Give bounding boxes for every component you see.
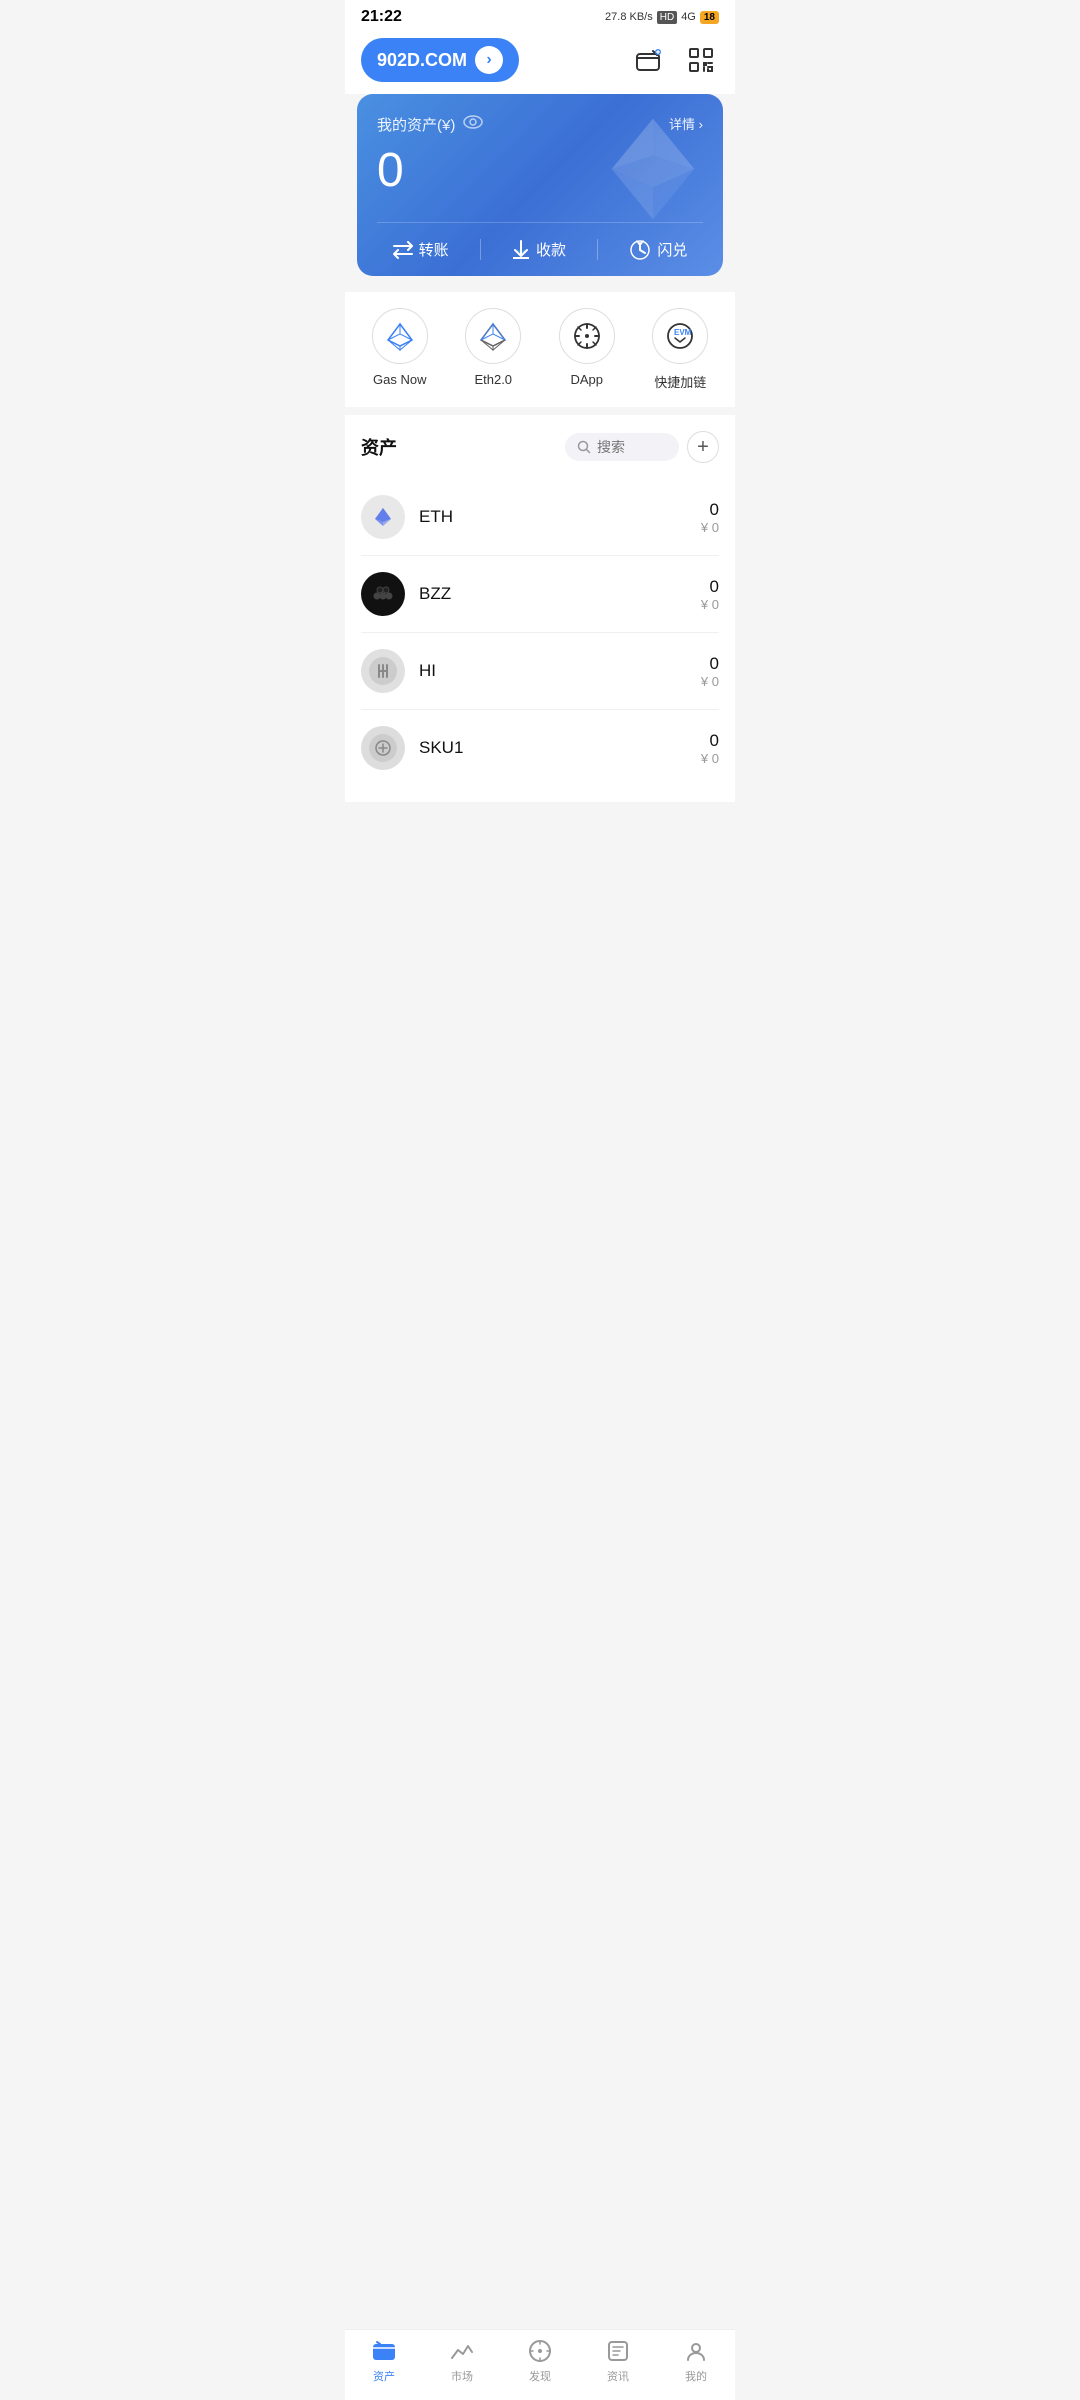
scan-icon	[687, 46, 715, 74]
gas-now-icon	[384, 320, 416, 352]
eth-values: 0 ¥ 0	[701, 500, 719, 535]
hi-amount: 0	[701, 654, 719, 674]
add-wallet-button[interactable]	[631, 42, 667, 78]
status-bar: 21:22 27.8 KB/s HD 4G 18	[345, 0, 735, 30]
flash-icon	[629, 240, 651, 260]
token-list: ETH 0 ¥ 0	[361, 479, 719, 786]
nav-item-profile[interactable]: 我的	[666, 2338, 726, 2384]
evm-label: 快捷加链	[654, 372, 706, 391]
nav-item-wallet[interactable]: 资产	[354, 2338, 414, 2384]
dapp-icon	[571, 320, 603, 352]
token-item-eth[interactable]: ETH 0 ¥ 0	[361, 479, 719, 556]
transfer-icon	[393, 241, 413, 259]
battery-indicator: 18	[700, 11, 719, 24]
assets-section: 资产 +	[345, 415, 735, 802]
eye-icon[interactable]	[463, 115, 483, 134]
scan-button[interactable]	[683, 42, 719, 78]
bottom-nav: 资产 市场 发现 资讯	[345, 2329, 735, 2400]
eth-fiat: ¥ 0	[701, 520, 719, 535]
dapp-icon-wrap	[559, 308, 615, 364]
market-nav-icon	[449, 2338, 475, 2364]
search-bar: +	[565, 431, 719, 463]
eth2-item[interactable]: Eth2.0	[465, 308, 521, 391]
search-icon	[577, 440, 591, 454]
hi-values: 0 ¥ 0	[701, 654, 719, 689]
hi-name: HI	[419, 661, 701, 681]
profile-nav-label: 我的	[685, 2368, 707, 2384]
discover-nav-label: 发现	[529, 2368, 551, 2384]
discover-nav-icon	[527, 2338, 553, 2364]
eth-watermark	[603, 114, 703, 229]
token-item-bzz[interactable]: BZZ 0 ¥ 0	[361, 556, 719, 633]
eth2-icon-wrap	[465, 308, 521, 364]
sku1-amount: 0	[701, 731, 719, 751]
wallet-nav-label: 资产	[373, 2368, 395, 2384]
signal-indicator: 4G	[681, 11, 696, 23]
search-input-wrap	[565, 433, 679, 461]
nav-item-discover[interactable]: 发现	[510, 2338, 570, 2384]
dapp-item[interactable]: DApp	[559, 308, 615, 391]
asset-card: 我的资产(¥) 详情 ›	[357, 94, 723, 276]
eth-amount: 0	[701, 500, 719, 520]
search-input[interactable]	[597, 439, 667, 455]
status-icons: 27.8 KB/s HD 4G 18	[605, 11, 719, 24]
evm-icon-wrap: EVM	[652, 308, 708, 364]
asset-card-actions: 转账 收款 闪兑	[377, 222, 703, 276]
eth2-icon	[477, 320, 509, 352]
receive-button[interactable]: 收款	[512, 239, 566, 260]
sku1-logo	[361, 726, 405, 770]
wallet-add-icon	[635, 46, 663, 74]
nav-item-market[interactable]: 市场	[432, 2338, 492, 2384]
hi-fiat: ¥ 0	[701, 674, 719, 689]
status-time: 21:22	[361, 8, 402, 26]
hi-logo	[361, 649, 405, 693]
nav-item-news[interactable]: 资讯	[588, 2338, 648, 2384]
hd-badge: HD	[657, 11, 677, 24]
sku1-fiat: ¥ 0	[701, 751, 719, 766]
eth2-label: Eth2.0	[474, 372, 512, 387]
bzz-name: BZZ	[419, 584, 701, 604]
app-header: 902D.COM ›	[345, 30, 735, 94]
sku1-values: 0 ¥ 0	[701, 731, 719, 766]
action-divider-1	[480, 239, 481, 260]
assets-title: 资产	[361, 434, 397, 460]
flash-swap-button[interactable]: 闪兑	[629, 239, 687, 260]
profile-nav-icon	[683, 2338, 709, 2364]
header-action-icons	[631, 42, 719, 78]
plus-icon: +	[697, 436, 709, 459]
bzz-values: 0 ¥ 0	[701, 577, 719, 612]
news-nav-icon	[605, 2338, 631, 2364]
brand-button[interactable]: 902D.COM ›	[361, 38, 519, 82]
speed-indicator: 27.8 KB/s	[605, 11, 653, 23]
market-nav-label: 市场	[451, 2368, 473, 2384]
gas-now-icon-wrap	[372, 308, 428, 364]
assets-header: 资产 +	[361, 431, 719, 463]
bzz-logo	[361, 572, 405, 616]
add-token-button[interactable]: +	[687, 431, 719, 463]
brand-arrow-icon: ›	[475, 46, 503, 74]
evm-icon: EVM	[664, 320, 696, 352]
news-nav-label: 资讯	[607, 2368, 629, 2384]
evm-item[interactable]: EVM 快捷加链	[652, 308, 708, 391]
brand-name: 902D.COM	[377, 50, 467, 71]
eth-name: ETH	[419, 507, 701, 527]
sku1-name: SKU1	[419, 738, 701, 758]
token-item-sku1[interactable]: SKU1 0 ¥ 0	[361, 710, 719, 786]
action-divider-2	[597, 239, 598, 260]
gas-now-label: Gas Now	[373, 372, 426, 387]
bzz-amount: 0	[701, 577, 719, 597]
dapp-label: DApp	[570, 372, 603, 387]
asset-label: 我的资产(¥)	[377, 114, 483, 135]
gas-now-item[interactable]: Gas Now	[372, 308, 428, 391]
token-item-hi[interactable]: HI 0 ¥ 0	[361, 633, 719, 710]
eth-logo	[361, 495, 405, 539]
receive-icon	[512, 240, 530, 260]
wallet-nav-icon	[371, 2338, 397, 2364]
transfer-button[interactable]: 转账	[393, 239, 449, 260]
quick-menu: Gas Now Eth2.0	[345, 292, 735, 407]
svg-text:EVM: EVM	[674, 328, 692, 337]
bzz-fiat: ¥ 0	[701, 597, 719, 612]
